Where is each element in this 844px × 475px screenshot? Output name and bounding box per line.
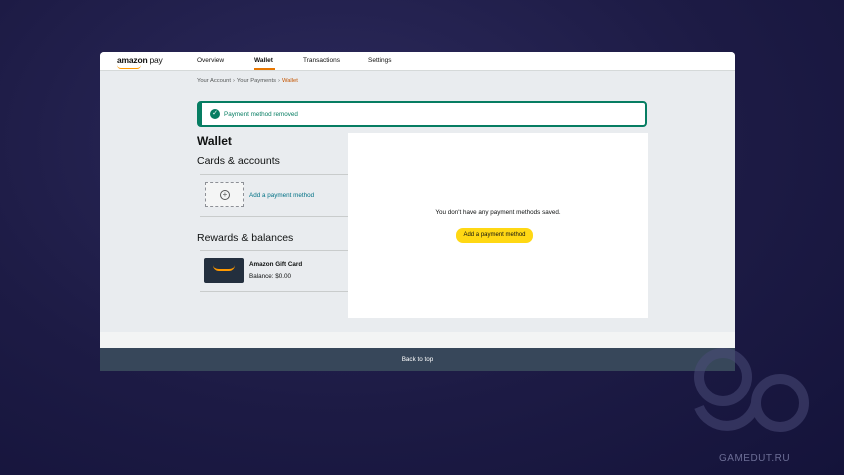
tab-settings[interactable]: Settings [368, 57, 392, 64]
watermark-text: GAMEDUT.RU [719, 453, 791, 464]
check-circle-icon: ✓ [210, 109, 220, 119]
gift-card-name[interactable]: Amazon Gift Card [249, 261, 302, 268]
breadcrumb-your-account[interactable]: Your Account [197, 78, 231, 84]
breadcrumb-separator: › [232, 78, 235, 84]
cards-accounts-heading: Cards & accounts [197, 155, 280, 167]
browser-window: amazon pay Overview Wallet Transactions S… [100, 52, 735, 371]
logo-main-text: amazon [117, 55, 148, 65]
gift-card-balance: Balance: $0.00 [249, 273, 292, 280]
payment-methods-panel: You don't have any payment methods saved… [348, 133, 648, 318]
back-to-top-button[interactable]: Back to top [100, 348, 735, 371]
tab-transactions[interactable]: Transactions [303, 57, 340, 64]
tab-wallet[interactable]: Wallet [254, 57, 273, 64]
gamedut-logo-icon [694, 348, 809, 432]
breadcrumb-your-payments[interactable]: Your Payments [237, 78, 276, 84]
page-title: Wallet [197, 134, 232, 148]
alert-accent-bar [199, 103, 202, 125]
amazon-smile-icon [213, 265, 235, 271]
footer-spacer [100, 332, 735, 348]
plus-icon: + [220, 190, 230, 200]
add-payment-method-button[interactable]: Add a payment method [456, 228, 533, 243]
breadcrumb-wallet: Wallet [281, 78, 298, 84]
gift-card-image[interactable] [204, 258, 244, 283]
amazon-pay-logo[interactable]: amazon pay [117, 55, 163, 65]
add-payment-method-box[interactable]: + [205, 182, 244, 207]
rewards-balances-heading: Rewards & balances [197, 232, 294, 244]
tab-overview[interactable]: Overview [197, 57, 224, 64]
breadcrumb-separator: › [278, 78, 280, 84]
add-payment-method-link[interactable]: Add a payment method [249, 192, 314, 199]
alert-message: Payment method removed [224, 111, 298, 118]
logo-sub-text: pay [149, 55, 163, 65]
breadcrumb: Your Account › Your Payments › Wallet [197, 78, 298, 84]
empty-state-message: You don't have any payment methods saved… [435, 209, 561, 216]
active-tab-indicator [254, 68, 275, 70]
success-alert: ✓ Payment method removed [197, 101, 647, 127]
top-navigation-bar: amazon pay Overview Wallet Transactions S… [100, 52, 735, 71]
amazon-smile-icon [117, 65, 141, 69]
